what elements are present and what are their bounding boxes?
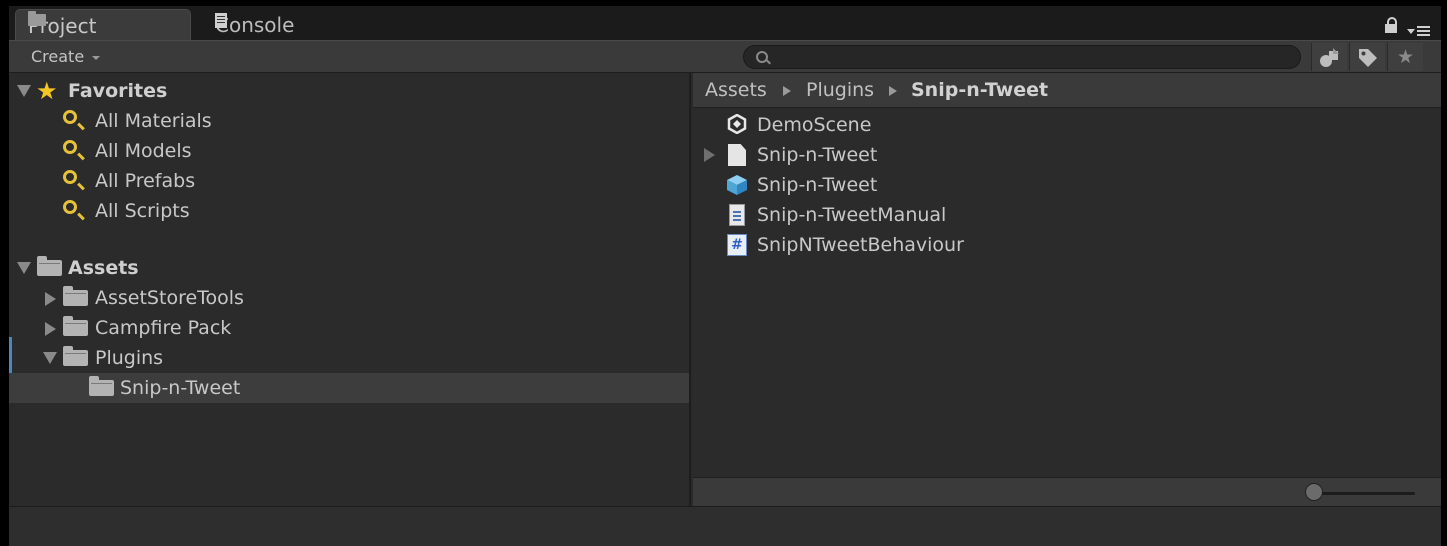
favorites-star-icon: ★ bbox=[1396, 46, 1415, 68]
lock-icon[interactable] bbox=[1385, 17, 1397, 33]
favorite-item-label: All Scripts bbox=[95, 200, 190, 222]
collapse-arrow-icon bbox=[43, 352, 57, 364]
folder-item-label: Plugins bbox=[95, 347, 164, 369]
document-icon bbox=[728, 144, 746, 166]
asset-list-footer bbox=[693, 477, 1441, 506]
tab-project[interactable]: Project bbox=[15, 9, 191, 42]
icon-size-slider-handle[interactable] bbox=[1305, 483, 1323, 501]
folder-icon bbox=[37, 256, 62, 276]
search-icon bbox=[63, 140, 77, 154]
tab-bar: Project Console bbox=[9, 6, 1441, 42]
file-item-label: SnipNTweetBehaviour bbox=[757, 234, 964, 256]
asset-list-panel: Assets Plugins Snip-n-Tweet DemoScene Sn… bbox=[693, 73, 1441, 506]
breadcrumb-item[interactable]: Assets bbox=[705, 73, 767, 107]
status-bar bbox=[9, 506, 1441, 546]
toolbar: Create ★ bbox=[9, 40, 1441, 73]
csharp-script-icon: # bbox=[727, 234, 747, 256]
folder-item-selected[interactable]: Snip-n-Tweet bbox=[9, 373, 689, 403]
search-field[interactable] bbox=[743, 45, 1301, 69]
assets-label: Assets bbox=[68, 257, 139, 279]
folder-item-label: Campfire Pack bbox=[95, 317, 232, 339]
unity-scene-icon bbox=[727, 114, 747, 134]
breadcrumb-separator-icon bbox=[889, 86, 897, 96]
favorite-item-label: All Prefabs bbox=[95, 170, 196, 192]
file-item-label: DemoScene bbox=[757, 114, 872, 136]
favorites-filter-button[interactable]: ★ bbox=[1387, 43, 1423, 71]
breadcrumb-separator-icon bbox=[783, 86, 791, 96]
breadcrumb-current[interactable]: Snip-n-Tweet bbox=[911, 73, 1048, 107]
search-by-type-icon bbox=[1319, 47, 1339, 67]
folder-icon bbox=[63, 316, 88, 336]
search-icon bbox=[63, 110, 77, 124]
search-by-type-button[interactable] bbox=[1311, 43, 1347, 71]
chevron-down-icon bbox=[92, 55, 101, 60]
expand-arrow-icon bbox=[17, 85, 31, 97]
search-icon bbox=[63, 200, 77, 214]
folder-icon bbox=[89, 376, 114, 396]
breadcrumb: Assets Plugins Snip-n-Tweet bbox=[693, 73, 1441, 108]
search-input[interactable] bbox=[774, 48, 1278, 68]
folder-icon bbox=[28, 11, 46, 26]
create-button[interactable]: Create bbox=[19, 45, 110, 69]
folder-icon bbox=[63, 346, 88, 366]
folder-item-label: AssetStoreTools bbox=[95, 287, 244, 309]
expand-arrow-icon bbox=[17, 262, 31, 274]
favorites-label: Favorites bbox=[68, 80, 168, 102]
expand-arrow-icon bbox=[45, 292, 56, 306]
expand-arrow-icon bbox=[704, 148, 715, 162]
menu-icon[interactable] bbox=[1407, 24, 1437, 36]
icon-size-slider-track[interactable] bbox=[1313, 492, 1415, 495]
expand-arrow-icon bbox=[45, 322, 56, 336]
create-label: Create bbox=[31, 47, 85, 66]
folder-item-label: Snip-n-Tweet bbox=[120, 377, 241, 399]
search-by-label-button[interactable] bbox=[1349, 43, 1385, 71]
prefab-cube-icon bbox=[727, 175, 747, 195]
file-item-label: Snip-n-TweetManual bbox=[757, 204, 947, 226]
manual-document-icon bbox=[729, 204, 745, 226]
favorite-item-label: All Materials bbox=[95, 110, 212, 132]
console-icon bbox=[215, 13, 227, 28]
breadcrumb-item[interactable]: Plugins bbox=[806, 73, 874, 107]
tab-console[interactable]: Console bbox=[209, 9, 369, 42]
star-icon: ★ bbox=[36, 77, 58, 105]
file-item-label: Snip-n-Tweet bbox=[757, 174, 878, 196]
search-by-label-icon bbox=[1358, 48, 1377, 67]
favorite-item-label: All Models bbox=[95, 140, 192, 162]
folder-tree-panel: ★ Favorites All Materials All Models All… bbox=[9, 73, 691, 506]
search-icon bbox=[63, 170, 77, 184]
project-window: Project Console Create ★ ★ Favorites All… bbox=[9, 6, 1441, 546]
file-item-label: Snip-n-Tweet bbox=[757, 144, 878, 166]
folder-icon bbox=[63, 286, 88, 306]
search-icon bbox=[756, 51, 768, 63]
